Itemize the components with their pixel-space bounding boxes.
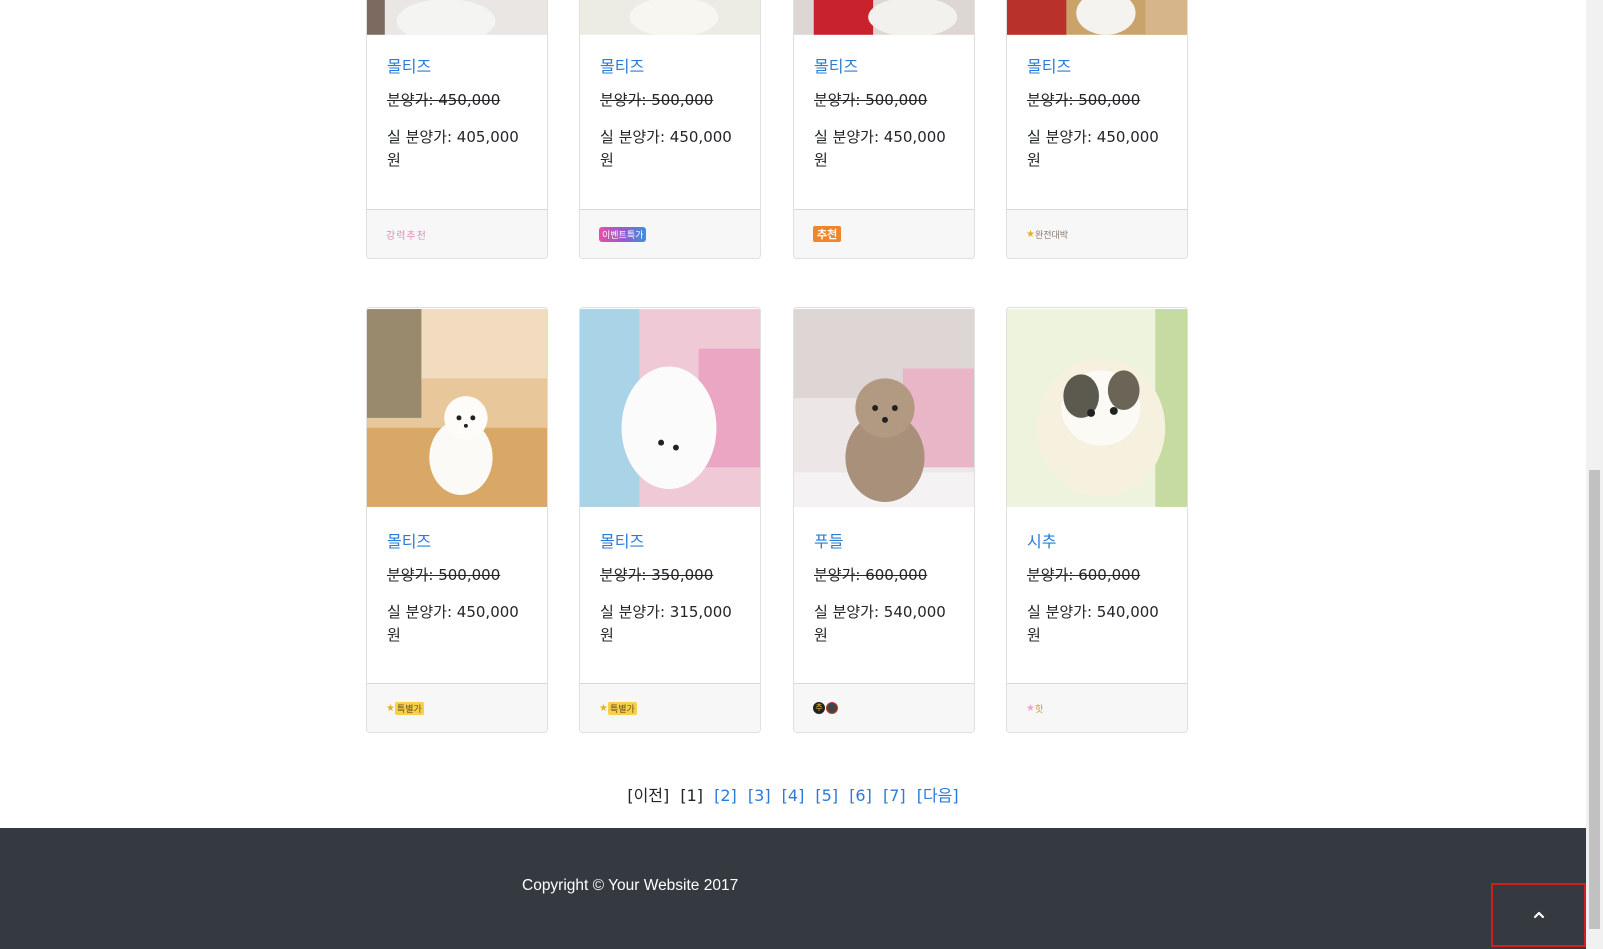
product-card[interactable]: 푸들 분양가: 600,000 실 분양가: 540,000 원 추천 — [793, 307, 975, 733]
original-price: 분양가: 600,000 — [814, 566, 928, 584]
product-image[interactable] — [580, 0, 760, 35]
product-image[interactable] — [1007, 0, 1187, 35]
card-footer: 추천 — [794, 683, 974, 732]
original-price: 분양가: 500,000 — [600, 91, 714, 109]
original-price: 분양가: 600,000 — [1027, 566, 1141, 584]
scrollbar-thumb[interactable] — [1589, 470, 1600, 929]
real-price: 실 분양가: 450,000 원 — [387, 603, 519, 644]
pagination-page-link[interactable]: [3] — [748, 786, 771, 805]
hot-badge-icon: ★ 핫 — [1026, 700, 1043, 716]
pagination-page-link[interactable]: [5] — [815, 786, 838, 805]
card-footer: ★ 특별가 — [367, 683, 547, 732]
vertical-scrollbar[interactable] — [1586, 0, 1603, 949]
star-icon: ★ — [1026, 228, 1035, 240]
pagination-current: [1] — [680, 786, 704, 805]
recommend-badge-icon: 추천 — [813, 226, 842, 242]
product-card[interactable]: 몰티즈 분양가: 450,000 실 분양가: 405,000 원 강력추천 — [366, 0, 548, 259]
real-price: 실 분양가: 450,000 원 — [1027, 128, 1159, 169]
scroll-to-top-button[interactable] — [1491, 883, 1586, 947]
original-price: 분양가: 500,000 — [387, 566, 501, 584]
original-price: 분양가: 500,000 — [1027, 91, 1141, 109]
badge-label: 핫 — [1034, 704, 1044, 715]
special-price-badge-icon: ★ 특별가 — [386, 700, 424, 716]
product-card[interactable]: 몰티즈 분양가: 500,000 실 분양가: 450,000 원 이벤트특가 — [579, 0, 761, 259]
circle-badge-icon: 추천 — [813, 700, 838, 716]
original-price: 분양가: 500,000 — [814, 91, 928, 109]
product-card[interactable]: 몰티즈 분양가: 500,000 실 분양가: 450,000 원 ★ 특별가 — [366, 307, 548, 733]
real-price: 실 분양가: 540,000 원 — [1027, 603, 1159, 644]
product-image[interactable] — [367, 0, 547, 35]
pagination-page-link[interactable]: [6] — [849, 786, 872, 805]
card-footer: 강력추천 — [367, 209, 547, 258]
badge-label: 완전대박 — [1034, 230, 1069, 241]
card-footer: ★ 특별가 — [580, 683, 760, 732]
badge-label: 강력추천 — [386, 230, 427, 242]
card-footer: ★ 핫 — [1007, 683, 1187, 732]
star-icon: ★ — [386, 702, 395, 714]
pagination-page-link[interactable]: [7] — [883, 786, 906, 805]
pagination-page-link[interactable]: [4] — [782, 786, 805, 805]
circle-dot-icon — [826, 702, 838, 714]
product-name-link[interactable]: 시추 — [1027, 528, 1056, 552]
original-price: 분양가: 350,000 — [600, 566, 714, 584]
page: 몰티즈 분양가: 450,000 실 분양가: 405,000 원 강력추천 몰… — [0, 0, 1586, 949]
product-image[interactable] — [367, 308, 547, 508]
real-price: 실 분양가: 540,000 원 — [814, 603, 946, 644]
pagination-next[interactable]: [다음] — [917, 786, 959, 805]
product-card[interactable]: 몰티즈 분양가: 350,000 실 분양가: 315,000 원 ★ 특별가 — [579, 307, 761, 733]
product-name-link[interactable]: 몰티즈 — [600, 53, 644, 77]
badge-label: 추천 — [813, 226, 842, 242]
star-icon: ★ — [1026, 702, 1035, 714]
product-name-link[interactable]: 몰티즈 — [387, 53, 431, 77]
pagination: [이전] [1] [2] [3] [4] [5] [6] [7] [다음] — [0, 782, 1586, 806]
product-image[interactable] — [794, 308, 974, 508]
real-price: 실 분양가: 405,000 원 — [387, 128, 519, 169]
product-card[interactable]: 몰티즈 분양가: 500,000 실 분양가: 450,000 원 ★ 완전대박 — [1006, 0, 1188, 259]
product-image[interactable] — [1007, 308, 1187, 508]
product-card[interactable]: 몰티즈 분양가: 500,000 실 분양가: 450,000 원 추천 — [793, 0, 975, 259]
jackpot-badge-icon: ★ 완전대박 — [1026, 226, 1068, 242]
badge-label: 특별가 — [607, 701, 637, 715]
product-image[interactable] — [580, 308, 760, 508]
pagination-page-link[interactable]: [2] — [714, 786, 737, 805]
product-image[interactable] — [794, 0, 974, 35]
real-price: 실 분양가: 315,000 원 — [600, 603, 732, 644]
product-name-link[interactable]: 푸들 — [814, 528, 843, 552]
strong-recommend-badge-icon: 강력추천 — [386, 226, 427, 242]
special-price-badge-icon: ★ 특별가 — [599, 700, 637, 716]
real-price: 실 분양가: 450,000 원 — [600, 128, 732, 169]
copyright-text: Copyright © Your Website 2017 — [522, 877, 739, 894]
badge-label: 이벤트특가 — [599, 226, 647, 242]
product-name-link[interactable]: 몰티즈 — [600, 528, 644, 552]
card-footer: ★ 완전대박 — [1007, 209, 1187, 258]
product-name-link[interactable]: 몰티즈 — [814, 53, 858, 77]
star-icon: ★ — [599, 702, 608, 714]
product-name-link[interactable]: 몰티즈 — [1027, 53, 1071, 77]
real-price: 실 분양가: 450,000 원 — [814, 128, 946, 169]
card-footer: 이벤트특가 — [580, 209, 760, 258]
badge-label: 추천 — [813, 702, 825, 714]
pagination-prev: [이전] — [627, 786, 670, 805]
card-footer: 추천 — [794, 209, 974, 258]
event-badge-icon: 이벤트특가 — [599, 226, 647, 242]
product-card[interactable]: 시추 분양가: 600,000 실 분양가: 540,000 원 ★ 핫 — [1006, 307, 1188, 733]
product-name-link[interactable]: 몰티즈 — [387, 528, 431, 552]
original-price: 분양가: 450,000 — [387, 91, 501, 109]
site-footer: Copyright © Your Website 2017 — [0, 828, 1586, 949]
badge-label: 특별가 — [394, 701, 424, 715]
chevron-up-icon — [1533, 911, 1545, 919]
